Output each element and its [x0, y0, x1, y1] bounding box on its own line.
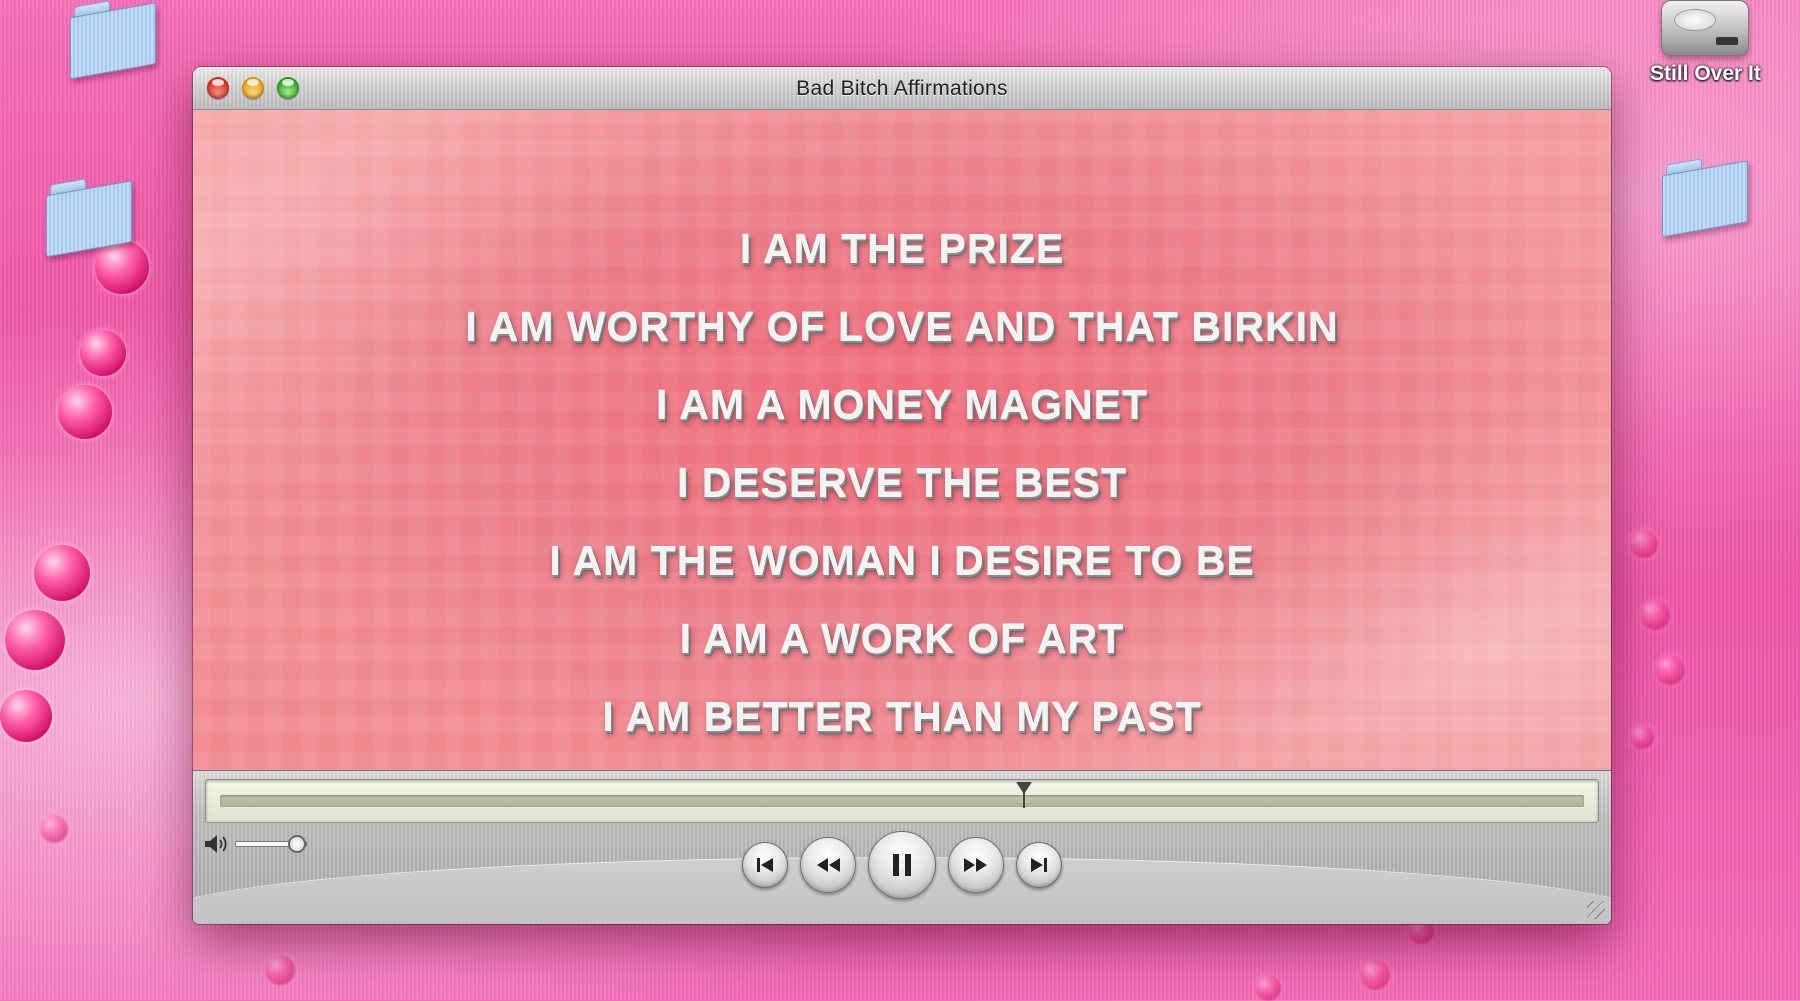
speaker-icon[interactable]	[203, 833, 229, 855]
affirmation-line: I AM A MONEY MAGNET	[655, 382, 1149, 428]
volume-knob[interactable]	[287, 835, 306, 853]
window-title: Bad Bitch Affirmations	[796, 77, 1008, 100]
folder-icon	[70, 0, 156, 80]
pink-bubble	[5, 610, 65, 670]
pink-bubble	[1630, 530, 1658, 558]
pink-bubble	[80, 330, 126, 376]
volume-slider[interactable]	[235, 835, 307, 853]
pink-bubble	[1640, 600, 1670, 630]
desktop-folder[interactable]	[46, 178, 132, 258]
rewind-icon	[817, 858, 840, 872]
affirmation-line: I AM WORTHY OF LOVE AND THAT BIRKIN	[465, 304, 1339, 350]
video-frame[interactable]: I AM THE PRIZE I AM WORTHY OF LOVE AND T…	[193, 110, 1611, 770]
resize-grip[interactable]	[1587, 901, 1605, 919]
affirmation-line: I AM THE WOMAN I DESIRE TO BE	[549, 538, 1255, 584]
pause-icon	[893, 854, 911, 876]
previous-button[interactable]	[742, 842, 788, 888]
affirmation-line: I AM A WORK OF ART	[679, 616, 1125, 662]
affirmation-line: I AM BETTER THAN MY PAST	[602, 694, 1202, 740]
pink-bubble	[265, 955, 295, 985]
pink-bubble	[1630, 725, 1654, 749]
volume-control	[203, 833, 307, 855]
timeline-scrubber[interactable]	[205, 779, 1599, 823]
pink-bubble	[1360, 960, 1390, 990]
drive-label: Still Over It	[1650, 62, 1761, 85]
folder-icon	[46, 171, 132, 258]
skip-forward-icon	[1031, 858, 1047, 872]
affirmations-list: I AM THE PRIZE I AM WORTHY OF LOVE AND T…	[193, 210, 1611, 756]
pink-bubble	[1655, 655, 1685, 685]
skip-back-icon	[757, 858, 773, 872]
desktop-folder[interactable]	[1662, 158, 1748, 238]
player-window: Bad Bitch Affirmations I AM THE PRIZE I …	[193, 67, 1611, 924]
control-bar	[193, 770, 1611, 924]
desktop-folder[interactable]	[70, 0, 156, 80]
playhead[interactable]	[1016, 782, 1033, 808]
transport-controls	[742, 831, 1062, 899]
affirmation-line: I DESERVE THE BEST	[676, 460, 1128, 506]
rewind-button[interactable]	[800, 837, 856, 893]
fast-forward-button[interactable]	[948, 837, 1004, 893]
desktop-drive[interactable]: Still Over It	[1650, 0, 1761, 86]
next-button[interactable]	[1016, 842, 1062, 888]
pink-bubble	[0, 690, 52, 742]
folder-icon	[1662, 151, 1748, 238]
pink-bubble	[58, 385, 112, 439]
pause-button[interactable]	[868, 831, 936, 899]
pink-bubble	[40, 815, 68, 843]
title-bar[interactable]: Bad Bitch Affirmations	[193, 67, 1611, 110]
affirmation-line: I AM THE PRIZE	[739, 226, 1065, 272]
pink-bubble	[95, 240, 149, 294]
timeline-track[interactable]	[220, 795, 1584, 807]
hard-drive-icon	[1661, 0, 1750, 56]
fast-forward-icon	[964, 858, 987, 872]
pink-bubble	[34, 545, 90, 601]
pink-bubble	[1255, 975, 1281, 1001]
